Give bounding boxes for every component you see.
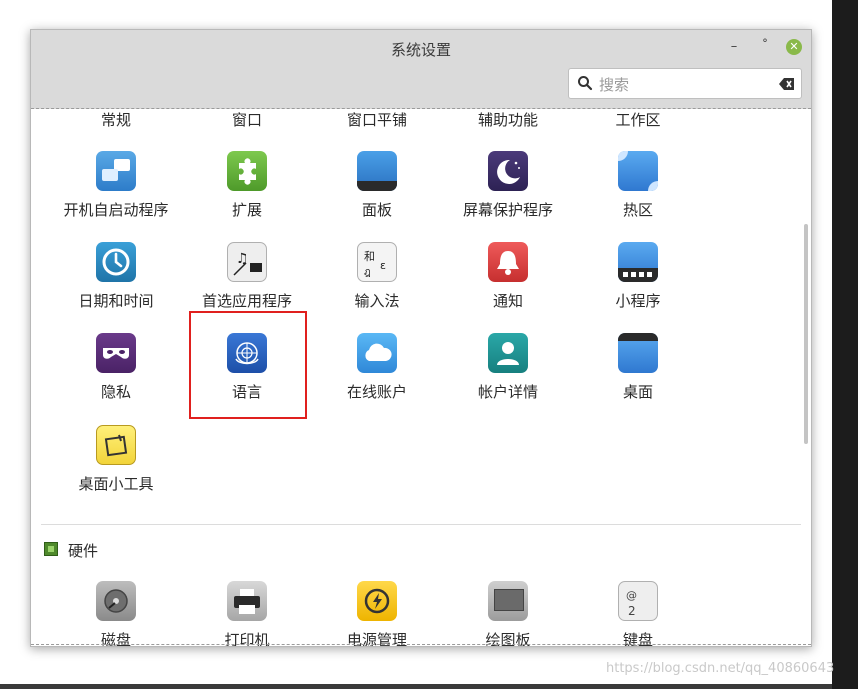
pref-hot-corners[interactable]: 热区 bbox=[573, 151, 703, 231]
section-divider bbox=[41, 524, 801, 525]
pref-label: 通知 bbox=[492, 292, 523, 310]
account-details-user-icon bbox=[488, 333, 528, 373]
svg-text:ฎ: ฎ bbox=[364, 267, 371, 278]
clear-search-icon[interactable] bbox=[779, 77, 795, 91]
category-label-window-tiling[interactable]: 窗口平铺 bbox=[312, 109, 442, 130]
startup-apps-icon bbox=[96, 151, 136, 191]
svg-text:ε: ε bbox=[380, 259, 386, 272]
pref-label: 首选应用程序 bbox=[201, 292, 292, 310]
pref-printers[interactable]: 打印机 bbox=[182, 581, 312, 646]
pref-startup-apps[interactable]: 开机自启动程序 bbox=[51, 151, 181, 231]
search-input[interactable] bbox=[597, 74, 771, 96]
bottom-border bbox=[31, 644, 811, 646]
applets-icon bbox=[618, 242, 658, 282]
pref-label: 开机自启动程序 bbox=[63, 201, 169, 219]
pref-label: 面板 bbox=[361, 201, 392, 219]
pref-screensaver[interactable]: 屏幕保护程序 bbox=[443, 151, 573, 231]
keyboard-icon: @2 bbox=[618, 581, 658, 621]
pref-label: 热区 bbox=[622, 201, 653, 219]
search-icon bbox=[578, 76, 593, 91]
privacy-mask-icon bbox=[96, 333, 136, 373]
pref-label: 日期和时间 bbox=[78, 292, 154, 310]
svg-text:♫: ♫ bbox=[236, 251, 249, 267]
pref-extensions[interactable]: 扩展 bbox=[182, 151, 312, 231]
hardware-chip-icon bbox=[44, 542, 58, 556]
pref-label: 帐户详情 bbox=[477, 383, 538, 401]
pref-preferred-apps[interactable]: ♫ 首选应用程序 bbox=[182, 242, 312, 322]
notification-bell-icon bbox=[488, 242, 528, 282]
svg-text:2: 2 bbox=[628, 604, 636, 618]
pref-notifications[interactable]: 通知 bbox=[443, 242, 573, 322]
hot-corners-icon bbox=[618, 151, 658, 191]
pref-applets[interactable]: 小程序 bbox=[573, 242, 703, 322]
pref-label: 桌面小工具 bbox=[78, 475, 154, 493]
online-accounts-cloud-icon bbox=[357, 333, 397, 373]
search-box[interactable] bbox=[568, 68, 802, 99]
close-button[interactable]: ✕ bbox=[786, 39, 802, 55]
settings-content: 常规 窗口 窗口平铺 辅助功能 工作区 开机自启动程序 扩展 面板 屏幕保护程序… bbox=[31, 109, 811, 646]
pref-label: 扩展 bbox=[231, 201, 262, 219]
pref-desklets[interactable]: 桌面小工具 bbox=[51, 425, 181, 505]
header-bar: 系统设置 – ˚ ✕ bbox=[31, 30, 811, 109]
system-settings-window: 系统设置 – ˚ ✕ 常规 窗口 窗口平铺 辅助功能 工作区 bbox=[30, 29, 812, 647]
pref-online-accounts[interactable]: 在线账户 bbox=[312, 333, 442, 413]
svg-text:和: 和 bbox=[364, 250, 375, 263]
pref-power-management[interactable]: 电源管理 bbox=[312, 581, 442, 646]
pref-desktop[interactable]: 桌面 bbox=[573, 333, 703, 413]
category-label-workspaces[interactable]: 工作区 bbox=[573, 109, 703, 130]
pref-label: 小程序 bbox=[615, 292, 661, 310]
pref-keyboard[interactable]: @2 键盘 bbox=[573, 581, 703, 646]
pref-label: 屏幕保护程序 bbox=[462, 201, 553, 219]
power-management-icon bbox=[357, 581, 397, 621]
pref-label: 桌面 bbox=[622, 383, 653, 401]
window-title: 系统设置 bbox=[390, 41, 451, 59]
clock-icon bbox=[96, 242, 136, 282]
category-label-accessibility[interactable]: 辅助功能 bbox=[443, 109, 573, 130]
screensaver-moon-icon bbox=[488, 151, 528, 191]
pref-disks[interactable]: 磁盘 bbox=[51, 581, 181, 646]
desklets-note-icon bbox=[96, 425, 136, 465]
minimize-button[interactable]: – bbox=[726, 39, 742, 55]
disks-icon bbox=[96, 581, 136, 621]
preferred-apps-icon: ♫ bbox=[227, 242, 267, 282]
category-label-general[interactable]: 常规 bbox=[51, 109, 181, 130]
pref-graphics-tablet[interactable]: 绘图板 bbox=[443, 581, 573, 646]
watermark-text: https://blog.csdn.net/qq_40860643 bbox=[606, 661, 835, 676]
pref-privacy[interactable]: 隐私 bbox=[51, 333, 181, 413]
pref-label: 在线账户 bbox=[346, 383, 407, 401]
pref-label: 输入法 bbox=[354, 292, 400, 310]
desktop-icon bbox=[618, 333, 658, 373]
svg-text:@: @ bbox=[626, 589, 637, 602]
maximize-button[interactable]: ˚ bbox=[757, 39, 773, 55]
input-method-icon: 和ฎε bbox=[357, 242, 397, 282]
printer-icon bbox=[227, 581, 267, 621]
hardware-heading: 硬件 bbox=[68, 542, 99, 560]
panel-icon bbox=[357, 151, 397, 191]
pref-label: 隐私 bbox=[100, 383, 131, 401]
category-label-windows[interactable]: 窗口 bbox=[182, 109, 312, 130]
pref-input-method[interactable]: 和ฎε 输入法 bbox=[312, 242, 442, 322]
pref-account-details[interactable]: 帐户详情 bbox=[443, 333, 573, 413]
annotation-highlight-box bbox=[189, 311, 307, 419]
vertical-scrollbar[interactable] bbox=[804, 224, 808, 444]
background-strip bbox=[832, 0, 858, 689]
graphics-tablet-icon bbox=[488, 581, 528, 621]
pref-panel[interactable]: 面板 bbox=[312, 151, 442, 231]
pref-date-time[interactable]: 日期和时间 bbox=[51, 242, 181, 322]
background-bottom bbox=[0, 684, 832, 689]
extensions-puzzle-icon bbox=[227, 151, 267, 191]
